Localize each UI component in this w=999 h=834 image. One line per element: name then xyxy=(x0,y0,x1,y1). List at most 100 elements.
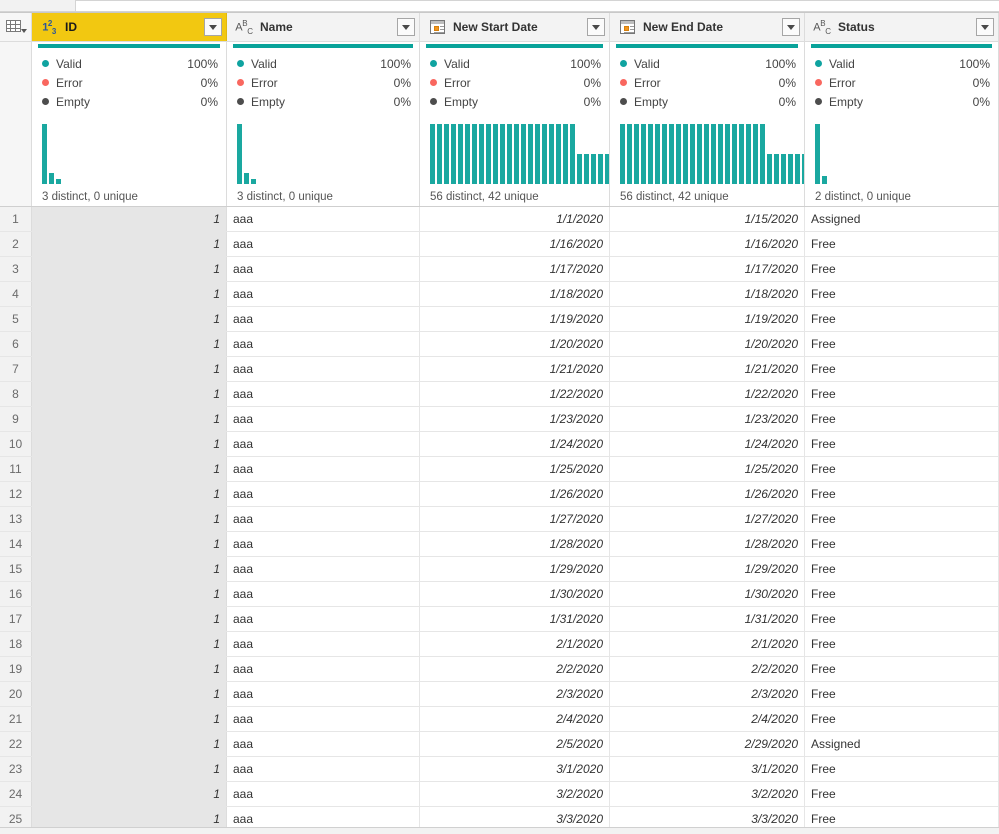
cell-id[interactable]: 1 xyxy=(32,332,227,356)
cell-new-end-date[interactable]: 2/3/2020 xyxy=(610,682,805,706)
cell-new-start-date[interactable]: 1/22/2020 xyxy=(420,382,610,406)
cell-new-start-date[interactable]: 3/2/2020 xyxy=(420,782,610,806)
cell-status[interactable]: Free xyxy=(805,757,999,781)
cell-status[interactable]: Free xyxy=(805,382,999,406)
cell-id[interactable]: 1 xyxy=(32,757,227,781)
table-row[interactable]: 2 1 aaa 1/16/2020 1/16/2020 Free xyxy=(0,232,999,257)
cell-status[interactable]: Free xyxy=(805,482,999,506)
table-row[interactable]: 11 1 aaa 1/25/2020 1/25/2020 Free xyxy=(0,457,999,482)
cell-new-end-date[interactable]: 3/2/2020 xyxy=(610,782,805,806)
row-number-cell[interactable]: 2 xyxy=(0,232,32,256)
cell-new-start-date[interactable]: 1/17/2020 xyxy=(420,257,610,281)
column-header-name[interactable]: ABC Name xyxy=(227,13,420,41)
row-number-cell[interactable]: 19 xyxy=(0,657,32,681)
cell-new-end-date[interactable]: 1/30/2020 xyxy=(610,582,805,606)
cell-status[interactable]: Free xyxy=(805,507,999,531)
cell-new-start-date[interactable]: 3/1/2020 xyxy=(420,757,610,781)
cell-new-end-date[interactable]: 1/25/2020 xyxy=(610,457,805,481)
table-row[interactable]: 17 1 aaa 1/31/2020 1/31/2020 Free xyxy=(0,607,999,632)
cell-new-end-date[interactable]: 1/23/2020 xyxy=(610,407,805,431)
cell-name[interactable]: aaa xyxy=(227,457,420,481)
cell-name[interactable]: aaa xyxy=(227,557,420,581)
row-number-cell[interactable]: 14 xyxy=(0,532,32,556)
cell-new-start-date[interactable]: 2/4/2020 xyxy=(420,707,610,731)
column-header-new-start-date[interactable]: New Start Date xyxy=(420,13,610,41)
cell-name[interactable]: aaa xyxy=(227,732,420,756)
cell-name[interactable]: aaa xyxy=(227,507,420,531)
table-row[interactable]: 21 1 aaa 2/4/2020 2/4/2020 Free xyxy=(0,707,999,732)
cell-new-start-date[interactable]: 1/29/2020 xyxy=(420,557,610,581)
cell-new-end-date[interactable]: 1/22/2020 xyxy=(610,382,805,406)
cell-name[interactable]: aaa xyxy=(227,782,420,806)
row-number-cell[interactable]: 23 xyxy=(0,757,32,781)
cell-status[interactable]: Free xyxy=(805,432,999,456)
cell-new-end-date[interactable]: 1/20/2020 xyxy=(610,332,805,356)
filter-dropdown-icon[interactable] xyxy=(204,18,222,36)
row-number-cell[interactable]: 7 xyxy=(0,357,32,381)
row-number-cell[interactable]: 24 xyxy=(0,782,32,806)
table-row[interactable]: 23 1 aaa 3/1/2020 3/1/2020 Free xyxy=(0,757,999,782)
table-row[interactable]: 14 1 aaa 1/28/2020 1/28/2020 Free xyxy=(0,532,999,557)
table-row[interactable]: 5 1 aaa 1/19/2020 1/19/2020 Free xyxy=(0,307,999,332)
value-distribution-histogram[interactable] xyxy=(620,124,804,184)
cell-new-start-date[interactable]: 2/5/2020 xyxy=(420,732,610,756)
row-number-cell[interactable]: 16 xyxy=(0,582,32,606)
table-row[interactable]: 9 1 aaa 1/23/2020 1/23/2020 Free xyxy=(0,407,999,432)
column-profile-name[interactable]: Valid 100% Error 0% Empty 0% 3 distinct, 0 uni… xyxy=(227,42,420,206)
cell-new-start-date[interactable]: 1/20/2020 xyxy=(420,332,610,356)
column-header-status[interactable]: ABC Status xyxy=(805,13,999,41)
cell-status[interactable]: Free xyxy=(805,632,999,656)
cell-new-start-date[interactable]: 1/19/2020 xyxy=(420,307,610,331)
value-distribution-histogram[interactable] xyxy=(815,124,827,184)
table-row[interactable]: 15 1 aaa 1/29/2020 1/29/2020 Free xyxy=(0,557,999,582)
row-number-cell[interactable]: 3 xyxy=(0,257,32,281)
cell-status[interactable]: Free xyxy=(805,607,999,631)
cell-id[interactable]: 1 xyxy=(32,557,227,581)
cell-name[interactable]: aaa xyxy=(227,382,420,406)
cell-id[interactable]: 1 xyxy=(32,632,227,656)
cell-status[interactable]: Free xyxy=(805,532,999,556)
column-profile-new-start-date[interactable]: Valid 100% Error 0% Empty 0% 56 distinct, 42 u… xyxy=(420,42,610,206)
cell-id[interactable]: 1 xyxy=(32,357,227,381)
cell-new-start-date[interactable]: 1/21/2020 xyxy=(420,357,610,381)
table-row[interactable]: 3 1 aaa 1/17/2020 1/17/2020 Free xyxy=(0,257,999,282)
cell-id[interactable]: 1 xyxy=(32,482,227,506)
column-profile-id[interactable]: Valid 100% Error 0% Empty 0% 3 distinct, 0 uni… xyxy=(32,42,227,206)
row-number-cell[interactable]: 10 xyxy=(0,432,32,456)
column-header-new-end-date[interactable]: New End Date xyxy=(610,13,805,41)
cell-name[interactable]: aaa xyxy=(227,707,420,731)
cell-name[interactable]: aaa xyxy=(227,282,420,306)
cell-new-end-date[interactable]: 1/21/2020 xyxy=(610,357,805,381)
cell-status[interactable]: Free xyxy=(805,407,999,431)
cell-new-end-date[interactable]: 1/15/2020 xyxy=(610,207,805,231)
cell-name[interactable]: aaa xyxy=(227,257,420,281)
cell-id[interactable]: 1 xyxy=(32,657,227,681)
cell-new-start-date[interactable]: 1/24/2020 xyxy=(420,432,610,456)
cell-id[interactable]: 1 xyxy=(32,782,227,806)
cell-status[interactable]: Free xyxy=(805,232,999,256)
cell-name[interactable]: aaa xyxy=(227,757,420,781)
cell-new-start-date[interactable]: 1/25/2020 xyxy=(420,457,610,481)
cell-new-start-date[interactable]: 1/27/2020 xyxy=(420,507,610,531)
cell-name[interactable]: aaa xyxy=(227,582,420,606)
cell-id[interactable]: 1 xyxy=(32,582,227,606)
cell-new-end-date[interactable]: 1/19/2020 xyxy=(610,307,805,331)
cell-status[interactable]: Free xyxy=(805,782,999,806)
cell-id[interactable]: 1 xyxy=(32,432,227,456)
cell-id[interactable]: 1 xyxy=(32,257,227,281)
table-row[interactable]: 18 1 aaa 2/1/2020 2/1/2020 Free xyxy=(0,632,999,657)
cell-name[interactable]: aaa xyxy=(227,307,420,331)
cell-id[interactable]: 1 xyxy=(32,457,227,481)
cell-status[interactable]: Free xyxy=(805,582,999,606)
cell-new-end-date[interactable]: 1/18/2020 xyxy=(610,282,805,306)
table-row[interactable]: 24 1 aaa 3/2/2020 3/2/2020 Free xyxy=(0,782,999,807)
cell-new-end-date[interactable]: 2/1/2020 xyxy=(610,632,805,656)
column-header-id[interactable]: 123 ID xyxy=(32,13,227,41)
value-distribution-histogram[interactable] xyxy=(42,124,61,184)
cell-status[interactable]: Free xyxy=(805,557,999,581)
table-row[interactable]: 7 1 aaa 1/21/2020 1/21/2020 Free xyxy=(0,357,999,382)
cell-id[interactable]: 1 xyxy=(32,407,227,431)
cell-name[interactable]: aaa xyxy=(227,232,420,256)
cell-name[interactable]: aaa xyxy=(227,432,420,456)
cell-new-end-date[interactable]: 1/27/2020 xyxy=(610,507,805,531)
